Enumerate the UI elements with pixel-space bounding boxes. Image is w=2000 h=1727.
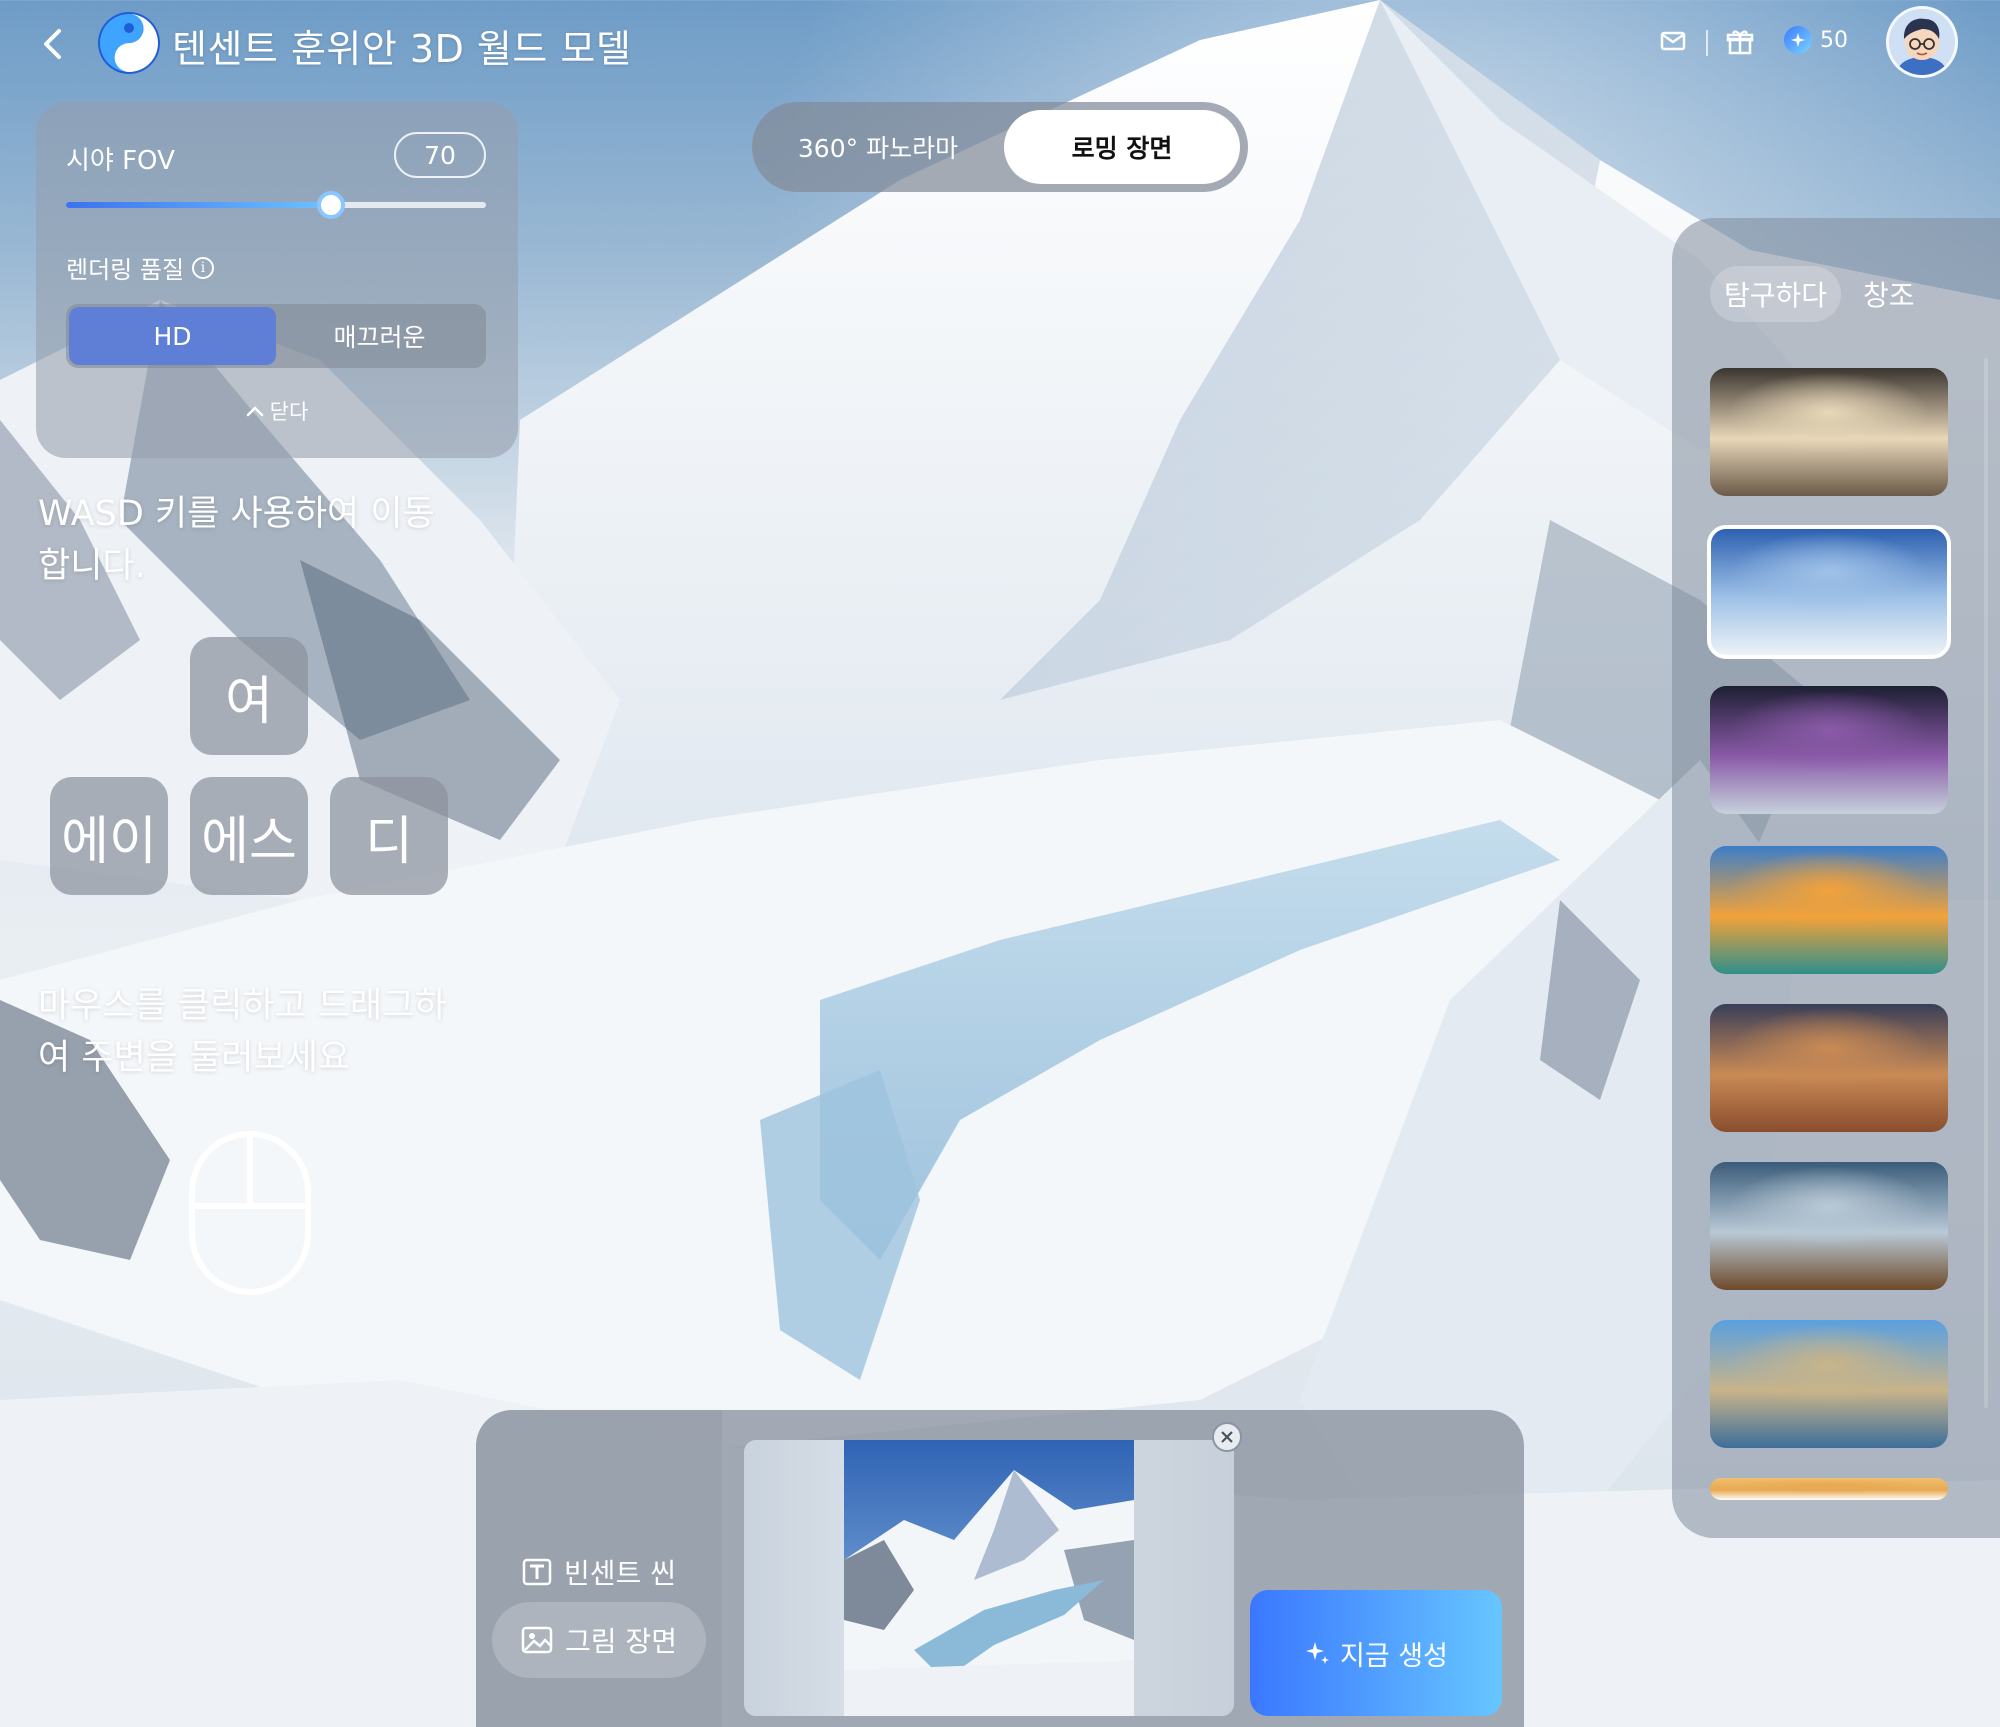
- sparkle-icon: [1784, 26, 1812, 54]
- aurora-night-thumbnail[interactable]: [1710, 686, 1948, 814]
- input-mode-selector: 빈센트 씬 그림 장면: [476, 1410, 722, 1727]
- quality-option-hd[interactable]: HD: [69, 307, 276, 365]
- mouse-icon: [188, 1130, 312, 1300]
- app-title: 텐센트 훈위안 3D 월드 모델: [172, 27, 632, 71]
- gallery-tabs: 탐구하다 창조: [1710, 266, 1929, 322]
- back-button[interactable]: [30, 22, 74, 66]
- close-icon: [1221, 1431, 1233, 1443]
- gift-icon[interactable]: [1726, 28, 1754, 60]
- quality-option-smooth[interactable]: 매끄러운: [276, 307, 483, 365]
- text-icon: [522, 1558, 552, 1586]
- top-divider: [1706, 30, 1708, 56]
- mode-roaming[interactable]: 로밍 장면: [1004, 110, 1240, 184]
- view-mode-toggle: 360° 파노라마 로밍 장면: [752, 102, 1248, 192]
- key-s: 에스: [190, 777, 308, 895]
- chevron-up-icon: [246, 406, 263, 417]
- key-d: 디: [330, 777, 448, 895]
- generate-now-label: 지금 생성: [1340, 1640, 1448, 1672]
- key-w: 여: [190, 637, 308, 755]
- quality-toggle: HD 매끄러운: [66, 304, 486, 368]
- credit-count: 50: [1820, 27, 1848, 53]
- hunyuan-logo: [96, 10, 162, 76]
- collapse-label: 닫다: [269, 400, 309, 424]
- scene-gallery: 탐구하다 창조: [1672, 218, 2000, 1538]
- collapse-button[interactable]: 닫다: [36, 396, 518, 426]
- credit-counter[interactable]: 50: [1784, 26, 1848, 54]
- gallery-scrollbar[interactable]: [1984, 358, 1988, 1408]
- fov-slider-thumb[interactable]: [316, 191, 345, 219]
- uploaded-image: [844, 1440, 1134, 1716]
- mouse-instruction: 마우스를 클릭하고 드래그하여 주변을 둘러보세요: [38, 986, 447, 1078]
- fov-label: 시야 FOV: [66, 146, 175, 176]
- tab-explore[interactable]: 탐구하다: [1710, 266, 1842, 322]
- quality-label: 렌더링 품질: [66, 256, 185, 284]
- settings-panel: 시야 FOV 70 렌더링 품질 i HD 매끄러운 닫다: [36, 102, 518, 458]
- input-mode-image-label: 그림 장면: [565, 1625, 677, 1658]
- top-bar: 텐센트 훈위안 3D 월드 모델 50: [0, 0, 2000, 88]
- toy-village-thumbnail[interactable]: [1710, 1320, 1948, 1448]
- mode-panorama[interactable]: 360° 파노라마: [760, 110, 996, 184]
- generate-now-button[interactable]: 지금 생성: [1250, 1590, 1502, 1716]
- golden-thumbnail[interactable]: [1710, 1478, 1948, 1500]
- waterfall-canyon-thumbnail[interactable]: [1710, 1162, 1948, 1290]
- user-avatar[interactable]: [1886, 6, 1958, 78]
- quality-label-row: 렌더링 품질 i: [66, 250, 215, 285]
- ocean-sunset-thumbnail[interactable]: [1710, 846, 1948, 974]
- sparkle-icon: [1306, 1642, 1330, 1664]
- info-icon[interactable]: i: [192, 256, 215, 279]
- remove-image-button[interactable]: [1212, 1422, 1242, 1452]
- wasd-instruction: WASD 키를 사용하여 이동합니다.: [38, 494, 435, 586]
- fantasy-castle-thumbnail[interactable]: [1710, 368, 1948, 496]
- generation-panel: 빈센트 씬 그림 장면 지금 생성: [476, 1410, 1524, 1727]
- fov-slider[interactable]: [66, 191, 486, 219]
- mail-icon[interactable]: [1660, 30, 1686, 56]
- uploaded-image-preview[interactable]: [744, 1440, 1234, 1716]
- fov-slider-fill: [66, 202, 331, 208]
- key-a: 에이: [50, 777, 168, 895]
- desert-thumbnail[interactable]: [1710, 1004, 1948, 1132]
- snow-mountain-thumbnail[interactable]: [1707, 525, 1951, 659]
- input-mode-text-label: 빈센트 씬: [564, 1557, 676, 1590]
- input-mode-image[interactable]: 그림 장면: [492, 1602, 706, 1678]
- tab-create[interactable]: 창조: [1849, 266, 1929, 322]
- image-icon: [521, 1626, 553, 1654]
- input-mode-text[interactable]: 빈센트 씬: [492, 1534, 706, 1610]
- fov-value-input[interactable]: 70: [394, 132, 486, 178]
- chevron-left-icon: [44, 29, 61, 59]
